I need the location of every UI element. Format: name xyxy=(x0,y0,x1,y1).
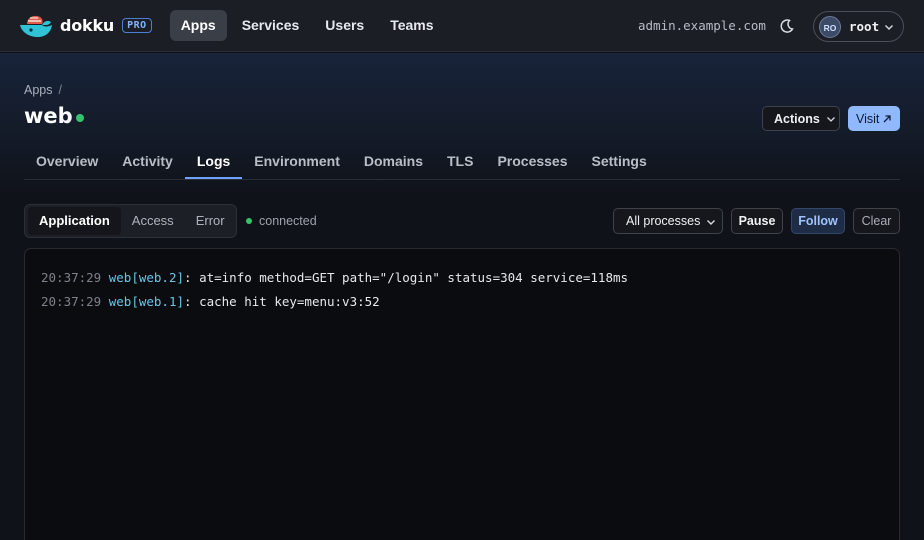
app-status-indicator xyxy=(76,114,84,122)
main-nav: Apps Services Users Teams xyxy=(169,10,445,41)
log-viewer[interactable]: 20:37:29 web[web.2]: at=info method=GET … xyxy=(24,248,900,540)
process-select[interactable]: All processes xyxy=(613,208,723,234)
log-type-filter: Application Access Error xyxy=(24,204,237,238)
host-name: admin.example.com xyxy=(638,18,766,33)
chevron-down-icon xyxy=(826,116,835,122)
log-timestamp: 20:37:29 xyxy=(41,294,102,309)
pro-badge: PRO xyxy=(122,18,152,33)
log-line: 20:37:29 web[web.2]: at=info method=GET … xyxy=(41,270,628,285)
user-menu-button[interactable]: RO root xyxy=(813,11,904,42)
connection-status-dot xyxy=(246,218,252,224)
filter-application[interactable]: Application xyxy=(28,207,121,235)
tab-overview[interactable]: Overview xyxy=(24,143,110,179)
breadcrumb: Apps / xyxy=(24,83,62,97)
tab-activity[interactable]: Activity xyxy=(110,143,185,179)
moon-icon[interactable] xyxy=(778,17,796,35)
log-timestamp: 20:37:29 xyxy=(41,270,102,285)
visit-button[interactable]: Visit xyxy=(848,106,900,131)
nav-item-users[interactable]: Users xyxy=(314,10,375,41)
page-title: web xyxy=(24,104,73,128)
tab-tls[interactable]: TLS xyxy=(435,143,485,179)
nav-item-teams[interactable]: Teams xyxy=(379,10,444,41)
pause-button[interactable]: Pause xyxy=(731,208,783,234)
log-source: web[web.2] xyxy=(108,270,185,285)
tab-processes[interactable]: Processes xyxy=(485,143,579,179)
tab-environment[interactable]: Environment xyxy=(242,143,352,179)
clear-button[interactable]: Clear xyxy=(853,208,900,234)
user-name: root xyxy=(849,19,880,34)
actions-label: Actions xyxy=(774,111,820,126)
brand-name: dokku xyxy=(60,16,115,35)
avatar: RO xyxy=(819,15,841,38)
filter-error[interactable]: Error xyxy=(185,207,236,235)
tab-settings[interactable]: Settings xyxy=(580,143,659,179)
log-message: : at=info method=GET path="/login" statu… xyxy=(184,270,629,285)
chevron-down-icon xyxy=(707,220,715,225)
follow-button[interactable]: Follow xyxy=(791,208,845,234)
nav-item-apps[interactable]: Apps xyxy=(169,10,227,41)
brand[interactable]: dokku PRO xyxy=(18,13,152,39)
filter-access[interactable]: Access xyxy=(121,207,185,235)
tab-logs[interactable]: Logs xyxy=(184,143,243,179)
tab-domains[interactable]: Domains xyxy=(352,143,435,179)
process-select-value: All processes xyxy=(626,214,701,228)
app-tabs: Overview Activity Logs Environment Domai… xyxy=(24,143,900,180)
breadcrumb-separator: / xyxy=(58,83,62,97)
nav-item-services[interactable]: Services xyxy=(231,10,311,41)
external-link-arrow-icon xyxy=(883,114,892,122)
actions-dropdown-button[interactable]: Actions xyxy=(762,106,840,131)
chevron-down-icon xyxy=(885,25,893,30)
log-message: : cache hit key=menu:v3:52 xyxy=(184,294,380,309)
connection-status: connected xyxy=(246,214,317,228)
log-source: web[web.1] xyxy=(108,294,185,309)
dokku-whale-logo-icon xyxy=(20,15,52,37)
top-navbar: dokku PRO Apps Services Users Teams admi… xyxy=(0,0,924,52)
log-line: 20:37:29 web[web.1]: cache hit key=menu:… xyxy=(41,294,380,309)
breadcrumb-apps-link[interactable]: Apps xyxy=(24,83,53,97)
visit-label: Visit xyxy=(856,111,880,126)
connection-status-label: connected xyxy=(259,214,317,228)
